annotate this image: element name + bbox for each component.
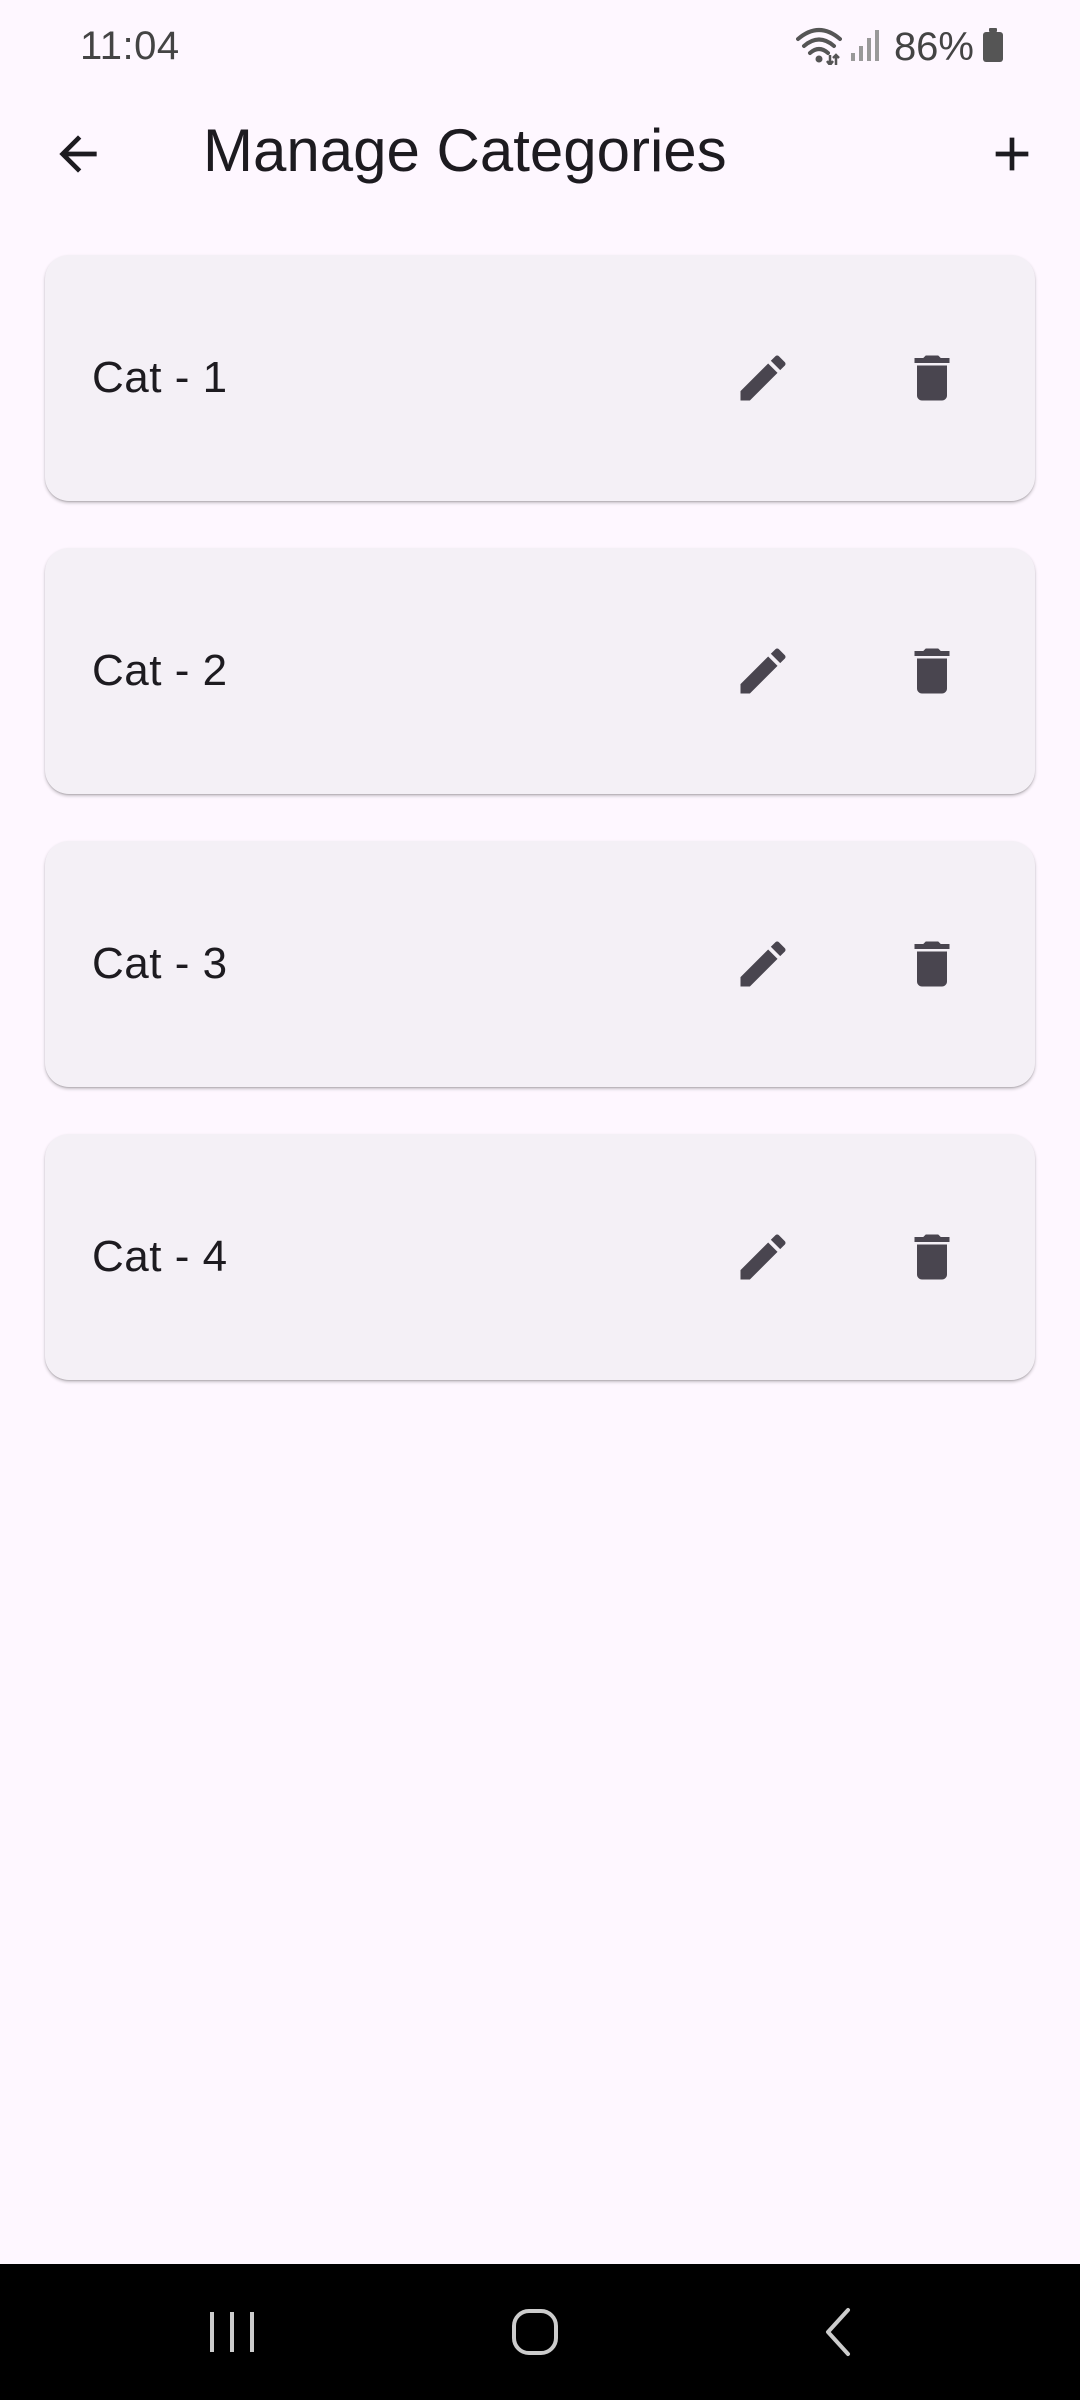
system-nav-bar [0,2264,1080,2400]
delete-button[interactable] [884,623,980,719]
category-name: Cat - 3 [92,939,228,988]
home-icon [512,2309,558,2355]
delete-icon [914,1234,950,1280]
app-bar: Manage Categories [0,96,1080,212]
category-card[interactable]: Cat - 2 [45,548,1035,794]
page-title: Manage Categories [203,117,727,184]
back-button[interactable] [30,106,126,202]
battery-percent: 86% [893,24,974,69]
category-card[interactable]: Cat - 1 [45,255,1035,501]
wifi-icon [795,25,842,70]
category-name: Cat - 2 [92,646,228,695]
delete-icon [914,648,950,694]
edit-icon [740,648,786,694]
home-button[interactable] [475,2282,595,2382]
signal-icon [850,27,880,68]
delete-icon [914,355,950,401]
status-time: 11:04 [80,24,180,68]
arrow-back-icon [59,135,97,173]
category-name: Cat - 1 [92,353,228,402]
back-icon [826,2308,850,2356]
status-icons: 86% [795,22,1004,72]
edit-icon [740,355,786,401]
screen: 11:04 86% Manage Categories Cat - 1 Cat … [0,0,1080,2400]
system-back-button[interactable] [778,2282,898,2382]
category-list: Cat - 1 Cat - 2 Cat - 3 Cat - 4 [45,255,1035,1427]
category-name: Cat - 4 [92,1232,228,1281]
edit-button[interactable] [715,623,811,719]
edit-icon [740,941,786,987]
add-icon [995,137,1029,171]
battery-icon [982,27,1004,68]
edit-icon [740,1234,786,1280]
delete-button[interactable] [884,330,980,426]
category-card[interactable]: Cat - 3 [45,841,1035,1087]
recents-icon [210,2312,254,2352]
edit-button[interactable] [715,330,811,426]
category-card[interactable]: Cat - 4 [45,1134,1035,1380]
delete-button[interactable] [884,916,980,1012]
add-category-button[interactable] [964,106,1060,202]
status-bar: 11:04 86% [0,0,1080,96]
recents-button[interactable] [172,2282,292,2382]
delete-icon [914,941,950,987]
delete-button[interactable] [884,1209,980,1305]
edit-button[interactable] [715,916,811,1012]
edit-button[interactable] [715,1209,811,1305]
